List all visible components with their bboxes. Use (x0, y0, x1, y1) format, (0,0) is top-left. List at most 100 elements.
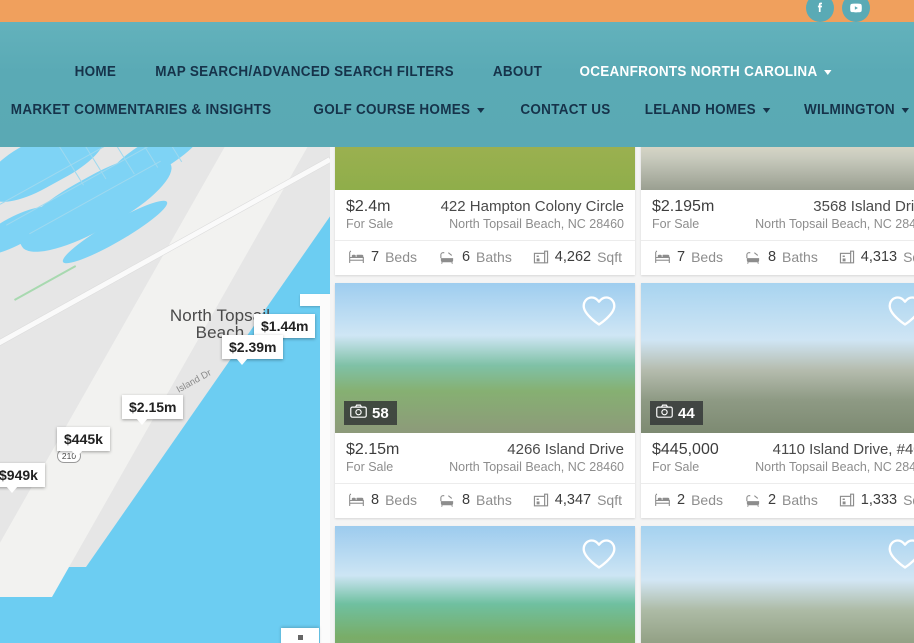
nav-item-label: GOLF COURSE HOMES (313, 102, 471, 118)
baths-count: 8 (461, 492, 471, 508)
bed-icon (654, 493, 671, 508)
nav-row-secondary: MARKET COMMENTARIES & INSIGHTS GOLF COURS… (0, 80, 914, 118)
info-top-row: $2.4m 422 Hampton Colony Circle (346, 198, 624, 216)
sqft-count: 1,333 (860, 492, 898, 508)
nav-item-label: OCEANFRONTS NORTH CAROLINA (579, 64, 818, 80)
bath-icon (438, 250, 456, 265)
nav-item-label: MAP SEARCH/ADVANCED SEARCH FILTERS (155, 64, 454, 80)
favorite-heart-icon[interactable] (885, 293, 914, 334)
property-card[interactable]: $2.195m 3568 Island Drive For Sale North To… (641, 147, 914, 275)
floorplan-icon (533, 249, 549, 265)
beds-count: 2 (677, 492, 686, 508)
map-fullscreen-control[interactable] (281, 628, 319, 643)
stat-baths: 2 Baths (744, 492, 818, 508)
main-navigation: HOME MAP SEARCH/ADVANCED SEARCH FILTERS AB… (0, 22, 914, 147)
nav-item-home[interactable]: HOME (75, 64, 117, 80)
listing-status: For Sale (652, 217, 700, 231)
property-photo[interactable] (335, 526, 635, 643)
info-bottom-row: For Sale North Topsail Beach, NC 28460 (652, 217, 914, 231)
property-price: $2.4m (346, 198, 391, 215)
youtube-icon[interactable] (842, 0, 870, 22)
map-price-pin[interactable]: $2.39m (222, 335, 284, 365)
favorite-heart-icon[interactable] (885, 536, 914, 577)
map-price-pin[interactable]: $949k (0, 463, 45, 493)
favorite-heart-icon[interactable] (579, 293, 619, 334)
stat-sqft: 4,313 Sqft (839, 249, 914, 265)
nav-item-market-commentaries-insights[interactable]: MARKET COMMENTARIES & INSIGHTS (11, 102, 272, 118)
property-stats: 2 Beds 2 Baths 1,333 Sqft (641, 483, 914, 518)
nav-item-contact-us[interactable]: CONTACT US (520, 102, 610, 118)
baths-label: Baths (476, 492, 512, 508)
property-city: North Topsail Beach, NC 28460 (755, 217, 914, 231)
nav-item-golf-course-homes[interactable]: GOLF COURSE HOMES (314, 102, 485, 118)
property-address: 3568 Island Drive (813, 198, 914, 215)
photo-count-badge[interactable]: 58 (344, 401, 397, 425)
info-bottom-row: For Sale North Topsail Beach, NC 28460 (346, 460, 624, 474)
bath-icon (744, 493, 762, 508)
property-photo[interactable]: 44 (641, 283, 914, 433)
baths-label: Baths (782, 492, 818, 508)
property-card[interactable] (335, 526, 635, 643)
info-top-row: $2.195m 3568 Island Drive (652, 198, 914, 216)
info-bottom-row: For Sale North Topsail Beach, NC 28460 (346, 217, 624, 231)
property-stats: 7 Beds 8 Baths 4,313 Sqft (641, 240, 914, 275)
beds-count: 7 (677, 249, 686, 265)
property-city: North Topsail Beach, NC 28460 (755, 460, 914, 474)
property-photo[interactable]: 58 (335, 283, 635, 433)
property-stats: 7 Beds 6 Baths 4,262 Sqft (335, 240, 635, 275)
property-price: $2.195m (652, 198, 715, 215)
property-info: $445,000 4110 Island Drive, #403 For Sale N… (641, 433, 914, 474)
nav-item-wilmington[interactable]: WILMINGTON (804, 102, 910, 118)
property-stats: 8 Beds 8 Baths 4,347 Sqft (335, 483, 635, 518)
map-price-pin[interactable]: $2.15m (122, 395, 184, 425)
nav-item-map-search-advanced-search-filters[interactable]: MAP SEARCH/ADVANCED SEARCH FILTERS (155, 64, 454, 80)
property-card[interactable]: $2.4m 422 Hampton Colony Circle For Sale No… (335, 147, 635, 275)
nav-item-label: MARKET COMMENTARIES & INSIGHTS (10, 102, 272, 118)
property-card[interactable]: 44 $445,000 4110 Island Drive, #403 For Sal… (641, 283, 914, 518)
stat-beds: 7 Beds (654, 249, 723, 265)
property-photo[interactable] (335, 147, 635, 190)
social-links (806, 0, 870, 22)
photo-count-badge[interactable]: 44 (650, 401, 703, 425)
stat-sqft: 1,333 Sqft (839, 492, 914, 508)
nav-item-leland-homes[interactable]: LELAND HOMES (644, 102, 770, 118)
sqft-label: Sqft (903, 492, 914, 508)
listing-status: For Sale (346, 217, 394, 231)
baths-count: 8 (767, 249, 777, 265)
property-address: 4266 Island Drive (507, 441, 624, 458)
baths-label: Baths (782, 249, 818, 265)
property-city: North Topsail Beach, NC 28460 (449, 460, 624, 474)
stat-sqft: 4,347 Sqft (533, 492, 622, 508)
nav-item-about[interactable]: ABOUT (493, 64, 542, 80)
property-map[interactable]: North Topsail Beach Island Dr 210 $1.44m… (0, 147, 330, 643)
property-photo[interactable] (641, 147, 914, 190)
favorite-heart-icon[interactable] (579, 536, 619, 577)
property-price: $2.15m (346, 441, 400, 458)
stat-sqft: 4,262 Sqft (533, 249, 622, 265)
beds-label: Beds (385, 492, 417, 508)
property-address: 422 Hampton Colony Circle (440, 198, 624, 215)
baths-label: Baths (476, 249, 512, 265)
camera-icon (350, 404, 367, 422)
info-top-row: $445,000 4110 Island Drive, #403 (652, 441, 914, 459)
beds-label: Beds (385, 249, 417, 265)
nav-item-label: HOME (74, 64, 117, 80)
map-right-gutter (320, 294, 330, 643)
nav-item-label: CONTACT US (520, 102, 611, 118)
property-photo[interactable] (641, 526, 914, 643)
sqft-count: 4,262 (554, 249, 592, 265)
listing-status: For Sale (652, 460, 700, 474)
bath-icon (438, 493, 456, 508)
camera-icon (656, 404, 673, 422)
property-address: 4110 Island Drive, #403 (772, 441, 914, 458)
property-card[interactable] (641, 526, 914, 643)
map-price-pin[interactable]: $445k (57, 427, 110, 457)
facebook-icon[interactable] (806, 0, 834, 22)
listings-panel[interactable]: $2.4m 422 Hampton Colony Circle For Sale No… (330, 147, 914, 643)
property-card[interactable]: 58 $2.15m 4266 Island Drive For Sale North T… (335, 283, 635, 518)
beds-label: Beds (691, 249, 723, 265)
stat-beds: 8 Beds (348, 492, 417, 508)
nav-item-oceanfronts-north-carolina[interactable]: OCEANFRONTS NORTH CAROLINA (579, 64, 832, 80)
sqft-count: 4,313 (860, 249, 898, 265)
bed-icon (654, 250, 671, 265)
